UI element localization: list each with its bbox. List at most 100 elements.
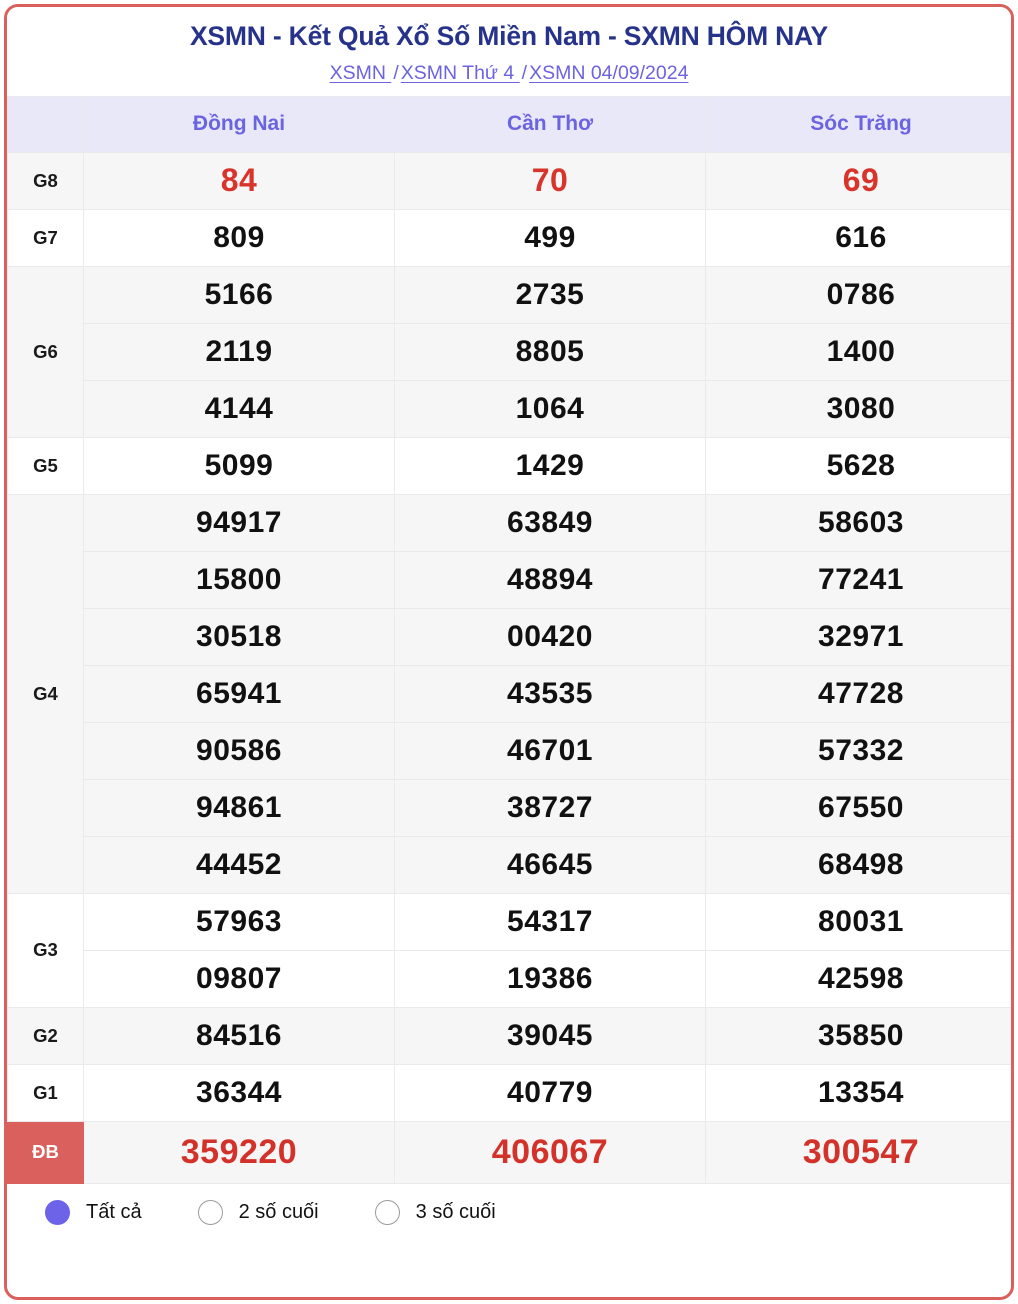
table-row: 30518 00420 32971: [8, 607, 1011, 666]
prize-number-cell: 94861: [83, 778, 395, 837]
prize-number-cell: 48894: [394, 550, 706, 609]
prize-number-cell: 90586: [83, 721, 395, 780]
results-table: Đồng Nai Cần Thơ Sóc Trăng G8 84 70 69 G7 809…: [7, 95, 1011, 1184]
prize-number-cell: 46701: [394, 721, 706, 780]
prize-label-g3: G3: [7, 892, 84, 1008]
prize-number-cell: 43535: [394, 664, 706, 723]
prize-number-cell: 36344: [83, 1063, 395, 1122]
prize-number-cell: 70: [394, 151, 706, 210]
header: XSMN - Kết Quả Xổ Số Miền Nam - SXMN HÔM…: [7, 7, 1011, 96]
prize-number-cell: 46645: [394, 835, 706, 894]
prize-number-cell: 359220: [83, 1120, 395, 1184]
prize-number-cell: 4144: [83, 379, 395, 438]
prize-number-cell: 499: [394, 208, 706, 267]
prize-label-đb: ĐB: [7, 1120, 84, 1184]
prize-number-cell: 42598: [705, 949, 1011, 1008]
table-row: 2119 8805 1400: [8, 322, 1011, 381]
province-header-0[interactable]: Đồng Nai: [83, 95, 395, 153]
prize-number-cell: 5166: [83, 265, 395, 324]
table-row: G8 84 70 69: [7, 151, 1011, 210]
prize-number-cell: 68498: [705, 835, 1011, 894]
prize-label-g8: G8: [7, 151, 84, 210]
filter-bar: Tất cả 2 số cuối 3 số cuối: [7, 1183, 1011, 1242]
prize-label-g4: G4: [7, 493, 84, 894]
table-row: G1 36344 40779 13354: [7, 1063, 1011, 1122]
filter-option-2[interactable]: 3 số cuối: [374, 1200, 496, 1226]
prize-number-cell: 35850: [705, 1006, 1011, 1065]
breadcrumb-item-3[interactable]: XSMN 04/09/2024: [529, 62, 688, 84]
breadcrumb-separator-2: /: [521, 62, 528, 85]
prize-number-cell: 1064: [394, 379, 706, 438]
prize-number-cell: 39045: [394, 1006, 706, 1065]
prize-number-cell: 0786: [705, 265, 1011, 324]
prize-number-cell: 406067: [394, 1120, 706, 1184]
prize-number-cell: 8805: [394, 322, 706, 381]
table-row: G2 84516 39045 35850: [7, 1006, 1011, 1065]
prize-number-cell: 30518: [83, 607, 395, 666]
prize-label-g5: G5: [7, 436, 84, 495]
prize-label-g6: G6: [7, 265, 84, 438]
page-title: XSMN - Kết Quả Xổ Số Miền Nam - SXMN HÔM…: [189, 21, 829, 51]
prize-number-cell: 67550: [705, 778, 1011, 837]
footer-spacer: [7, 1241, 1011, 1288]
table-row: 4144 1064 3080: [8, 379, 1011, 438]
table-row: 94861 38727 67550: [8, 778, 1011, 837]
radio-button-icon[interactable]: [374, 1200, 400, 1226]
prize-number-cell: 5099: [83, 436, 395, 495]
table-body: G8 84 70 69 G7 809 499 616 G6 5166 2735 0786 2119 880…: [7, 151, 1011, 1184]
radio-button-icon[interactable]: [45, 1200, 70, 1226]
province-header-row: Đồng Nai Cần Thơ Sóc Trăng: [7, 95, 1011, 153]
prize-number-cell: 80031: [705, 892, 1011, 951]
prize-number-cell: 57332: [705, 721, 1011, 780]
prize-number-cell: 1400: [705, 322, 1011, 381]
breadcrumb: XSMN / XSMN Thứ 4 /XSMN 04/09/2024: [17, 62, 1001, 85]
prize-label-g7: G7: [7, 208, 84, 267]
prize-number-cell: 616: [705, 208, 1011, 267]
prize-number-cell: 00420: [394, 607, 706, 666]
table-row: G6 5166 2735 0786: [7, 265, 1011, 438]
prize-label-g1: G1: [7, 1063, 84, 1122]
prize-number-cell: 2119: [83, 322, 395, 381]
prize-number-cell: 809: [83, 208, 395, 267]
lottery-results-card: XSMN - Kết Quả Xổ Số Miền Nam - SXMN HÔM…: [4, 4, 1014, 1300]
prize-number-cell: 1429: [394, 436, 706, 495]
prize-number-cell: 57963: [83, 892, 395, 951]
prize-number-cell: 63849: [394, 493, 706, 552]
filter-option-1[interactable]: 2 số cuối: [197, 1200, 319, 1226]
province-header-1[interactable]: Cần Thơ: [394, 95, 706, 153]
filter-option-label: Tất cả: [86, 1201, 142, 1224]
prize-number-cell: 5628: [705, 436, 1011, 495]
prize-number-cell: 77241: [705, 550, 1011, 609]
filter-option-label: 2 số cuối: [238, 1201, 319, 1224]
prize-number-cell: 47728: [705, 664, 1011, 723]
table-row: 09807 19386 42598: [8, 949, 1011, 1008]
breadcrumb-item-2[interactable]: XSMN Thứ 4: [401, 62, 520, 84]
prize-number-cell: 40779: [394, 1063, 706, 1122]
prize-number-cell: 38727: [394, 778, 706, 837]
prize-number-cell: 84516: [83, 1006, 395, 1065]
prize-label-g2: G2: [7, 1006, 84, 1065]
prize-number-cell: 69: [705, 151, 1011, 210]
prize-number-cell: 65941: [83, 664, 395, 723]
prize-number-cell: 09807: [83, 949, 395, 1008]
prize-number-cell: 54317: [394, 892, 706, 951]
prize-number-cell: 94917: [83, 493, 395, 552]
prize-number-cell: 84: [83, 151, 395, 210]
table-row: G4 94917 63849 58603: [7, 493, 1011, 894]
radio-button-icon[interactable]: [197, 1200, 223, 1226]
table-corner-cell: [7, 95, 84, 153]
prize-number-cell: 19386: [394, 949, 706, 1008]
table-row: 65941 43535 47728: [8, 664, 1011, 723]
prize-number-cell: 300547: [705, 1120, 1011, 1184]
breadcrumb-item-1[interactable]: XSMN: [330, 62, 392, 84]
table-row: 44452 46645 68498: [8, 835, 1011, 894]
breadcrumb-separator-1: /: [393, 62, 399, 85]
prize-number-cell: 13354: [705, 1063, 1011, 1122]
table-row: 15800 48894 77241: [8, 550, 1011, 609]
prize-number-cell: 58603: [705, 493, 1011, 552]
prize-number-cell: 2735: [394, 265, 706, 324]
filter-option-0[interactable]: Tất cả: [45, 1200, 142, 1226]
prize-number-cell: 3080: [705, 379, 1011, 438]
province-header-2[interactable]: Sóc Trăng: [705, 95, 1011, 153]
table-header: Đồng Nai Cần Thơ Sóc Trăng: [7, 95, 1011, 153]
